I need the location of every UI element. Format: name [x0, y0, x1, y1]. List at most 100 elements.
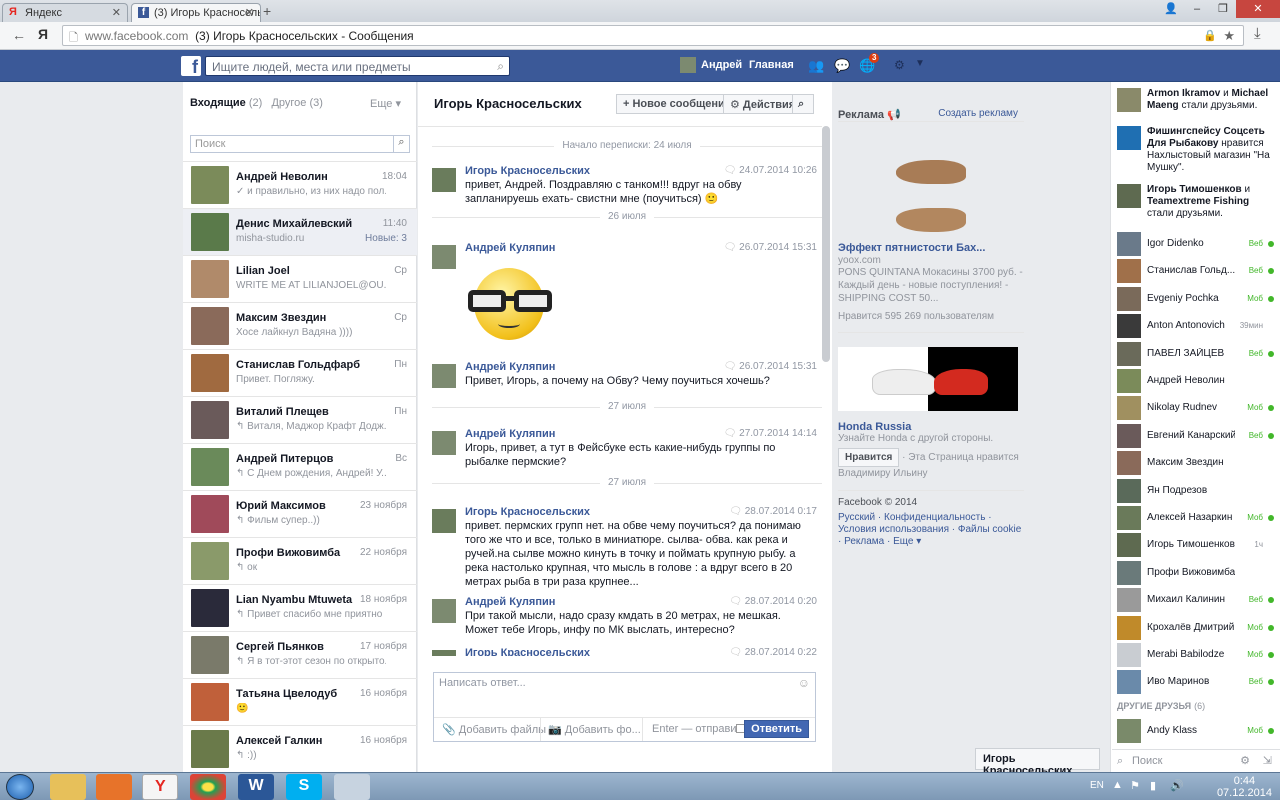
avatar[interactable] — [432, 431, 456, 455]
more-dropdown[interactable]: Еще ▾ — [370, 97, 401, 110]
message-thread[interactable]: Начало переписки: 24 июля Игорь Красносе… — [418, 126, 822, 656]
avatar[interactable] — [432, 364, 456, 388]
avatar[interactable] — [432, 168, 456, 192]
tray-network-icon[interactable]: ▮ — [1150, 779, 1156, 792]
chat-friend[interactable]: Андрей Неволин — [1117, 368, 1277, 393]
ad-image-honda[interactable] — [838, 347, 1024, 417]
chat-search-input[interactable]: ⌕ Поиск ⚙ ⇲ — [1112, 749, 1280, 771]
maximize-button[interactable]: ❐ — [1210, 0, 1236, 18]
ticker-story[interactable]: Armon Ikramov и Michael Maeng стали друз… — [1117, 88, 1277, 128]
yandex-button-icon[interactable]: Я — [38, 26, 48, 42]
download-icon[interactable]: ⤓ — [1254, 25, 1261, 42]
chat-friend[interactable]: Максим Звездин — [1117, 450, 1277, 476]
chat-settings-icon[interactable]: ⚙ — [1240, 754, 1250, 767]
media-player-taskbar-icon[interactable] — [96, 774, 132, 800]
message-author[interactable]: Андрей Куляпин — [465, 361, 555, 373]
chat-friend[interactable]: Крохалёв Дмитрий Моб — [1117, 615, 1277, 640]
conversation-item[interactable]: Юрий Максимов ↰ Фильм супер..)) 23 ноября — [183, 490, 417, 537]
message-author[interactable]: Игорь Красносельских — [465, 165, 590, 177]
conversation-item[interactable]: Денис Михайлевский misha-studio.ru 11:40 Но… — [183, 208, 417, 255]
message-author[interactable]: Игорь Красносельских — [465, 506, 590, 518]
conversation-item[interactable]: Максим Звездин Хосе лайкнул Вадяна )))) Ср — [183, 302, 417, 349]
facebook-logo-icon[interactable]: f — [181, 56, 201, 77]
message-author[interactable]: Андрей Куляпин — [465, 428, 555, 440]
chat-friend[interactable]: Andy Klass Моб — [1117, 718, 1277, 743]
chat-friend[interactable]: Nikolay Rudnev Моб — [1117, 395, 1277, 421]
fb-search-input[interactable]: Ищите людей, места или предметы ⌕ — [205, 56, 510, 76]
close-tab-icon[interactable]: ✕ — [112, 6, 121, 19]
close-window-button[interactable]: ✕ — [1236, 0, 1280, 18]
friend-requests-icon[interactable]: 👥 — [808, 58, 824, 74]
user-icon[interactable]: 👤 — [1158, 0, 1184, 18]
skype-taskbar-icon[interactable]: S — [286, 774, 322, 800]
reply-input[interactable]: Написать ответ... — [439, 677, 526, 689]
avatar[interactable] — [432, 509, 456, 533]
thread-scrollbar[interactable] — [822, 126, 830, 362]
create-ad-link[interactable]: Создать рекламу — [938, 108, 1018, 119]
message-author[interactable]: Андрей Куляпин — [465, 596, 555, 608]
conversation-item[interactable]: Станислав Гольдфарб Привет. Погляжу. Пн — [183, 349, 417, 396]
chat-friend[interactable]: Иво Маринов Веб — [1117, 669, 1277, 695]
chat-friend[interactable]: Профи Вижовимба — [1117, 560, 1277, 585]
back-arrow-icon[interactable]: ← — [12, 27, 26, 43]
tab-inbox[interactable]: Входящие (2) — [190, 97, 262, 109]
ad1-title[interactable]: Эффект пятнистости Бах... — [838, 242, 1024, 254]
conversation-item[interactable]: Татьяна Цвелодуб 🙂 16 ноября — [183, 678, 417, 725]
profile-link[interactable]: Андрей — [701, 59, 742, 71]
ticker-story[interactable]: Фишингспейсу Соцсеть Для Рыбакову нравит… — [1117, 126, 1277, 173]
add-photo-button[interactable]: 📷 Добавить фо... — [548, 723, 641, 736]
chat-friend[interactable]: Михаил Калинин Веб — [1117, 587, 1277, 613]
system-clock[interactable]: 0:44 07.12.2014 — [1217, 775, 1272, 799]
conversation-item[interactable]: Профи Вижовимба ↰ ок 22 ноября — [183, 537, 417, 584]
thread-search-button[interactable]: ⌕ — [792, 94, 814, 114]
chat-friend[interactable]: Ян Подрезов — [1117, 478, 1277, 503]
chat-friend[interactable]: Алексей Назаркин Моб — [1117, 505, 1277, 530]
avatar[interactable] — [432, 245, 456, 269]
browser-tab-facebook[interactable]: f (3) Игорь Красносельских ✕ — [131, 3, 261, 22]
tab-other[interactable]: Другое (3) — [271, 97, 322, 109]
conversation-item[interactable]: Андрей Неволин ✓ и правильно, из них надо… — [183, 161, 417, 208]
close-tab-icon[interactable]: ✕ — [245, 6, 254, 19]
star-icon[interactable]: ★ — [1223, 28, 1235, 44]
yandex-browser-taskbar-icon[interactable]: Y — [142, 774, 178, 800]
conversation-item[interactable]: Lilian Joel WRITE ME AT LILIANJOEL@OU... С… — [183, 255, 417, 302]
chat-popout-icon[interactable]: ⇲ — [1263, 754, 1272, 767]
ad2-title[interactable]: Honda Russia — [838, 421, 1024, 433]
chrome-taskbar-icon[interactable] — [190, 774, 226, 800]
open-chat-tab[interactable]: Игорь Красносельских — [975, 748, 1100, 777]
messages-icon[interactable]: 💬 — [834, 58, 850, 74]
conversation-item[interactable]: Алексей Галкин ↰ :)) 16 ноября — [183, 725, 417, 772]
chat-friend[interactable]: Anton Antonovich 39мин — [1117, 313, 1277, 339]
conversation-item[interactable]: Сергей Пьянков ↰ Я в тот-этот сезон по от… — [183, 631, 417, 678]
paint-taskbar-icon[interactable] — [334, 774, 370, 800]
home-link[interactable]: Главная — [749, 59, 794, 71]
minimize-button[interactable]: – — [1184, 0, 1210, 18]
chat-friend[interactable]: Игорь Тимошенков 1ч — [1117, 532, 1277, 558]
reply-box[interactable]: Написать ответ... ☺ 📎 Добавить файлы 📷 Д… — [433, 672, 816, 742]
ad2-like-button[interactable]: Нравится — [838, 448, 900, 467]
ticker-story[interactable]: Игорь Тимошенков и Teamextreme Fishing с… — [1117, 184, 1277, 224]
word-taskbar-icon[interactable]: W — [238, 774, 274, 800]
user-avatar[interactable] — [680, 57, 696, 73]
footer-links[interactable]: Русский · Конфиденциальность · Условия и… — [838, 512, 1024, 548]
privacy-shortcuts-icon[interactable]: ⚙ — [894, 58, 905, 72]
browser-tab-yandex[interactable]: Я Яндекс ✕ — [2, 3, 128, 22]
chat-friend[interactable]: Evgeniy Pochka Моб — [1117, 286, 1277, 311]
search-icon[interactable]: ⌕ — [393, 136, 409, 152]
conversation-item[interactable]: Виталий Плещев ↰ Виталя, Маджор Крафт Дод… — [183, 396, 417, 443]
inbox-search-input[interactable]: Поиск ⌕ — [190, 135, 410, 153]
message-author[interactable]: Андрей Куляпин — [465, 242, 555, 254]
emoji-icon[interactable]: ☺ — [798, 676, 810, 690]
ad1-host[interactable]: yoox.com — [838, 255, 1024, 266]
avatar[interactable] — [432, 599, 456, 623]
conversation-item[interactable]: Lian Nyambu Mtuweta ↰ Привет спасибо мне … — [183, 584, 417, 631]
explorer-taskbar-icon[interactable] — [50, 774, 86, 800]
actions-button[interactable]: ⚙ Действия — [723, 94, 803, 114]
reply-button[interactable]: Ответить — [744, 720, 809, 738]
new-tab-button[interactable]: + — [263, 4, 281, 20]
message-author[interactable]: Игорь Красносельских — [465, 647, 590, 656]
start-button[interactable] — [6, 774, 34, 800]
add-files-button[interactable]: 📎 Добавить файлы — [442, 723, 546, 736]
chat-friend[interactable]: ПАВЕЛ ЗАЙЦЕВ Веб — [1117, 341, 1277, 366]
chat-friend[interactable]: Станислав Гольд... Веб — [1117, 258, 1277, 284]
